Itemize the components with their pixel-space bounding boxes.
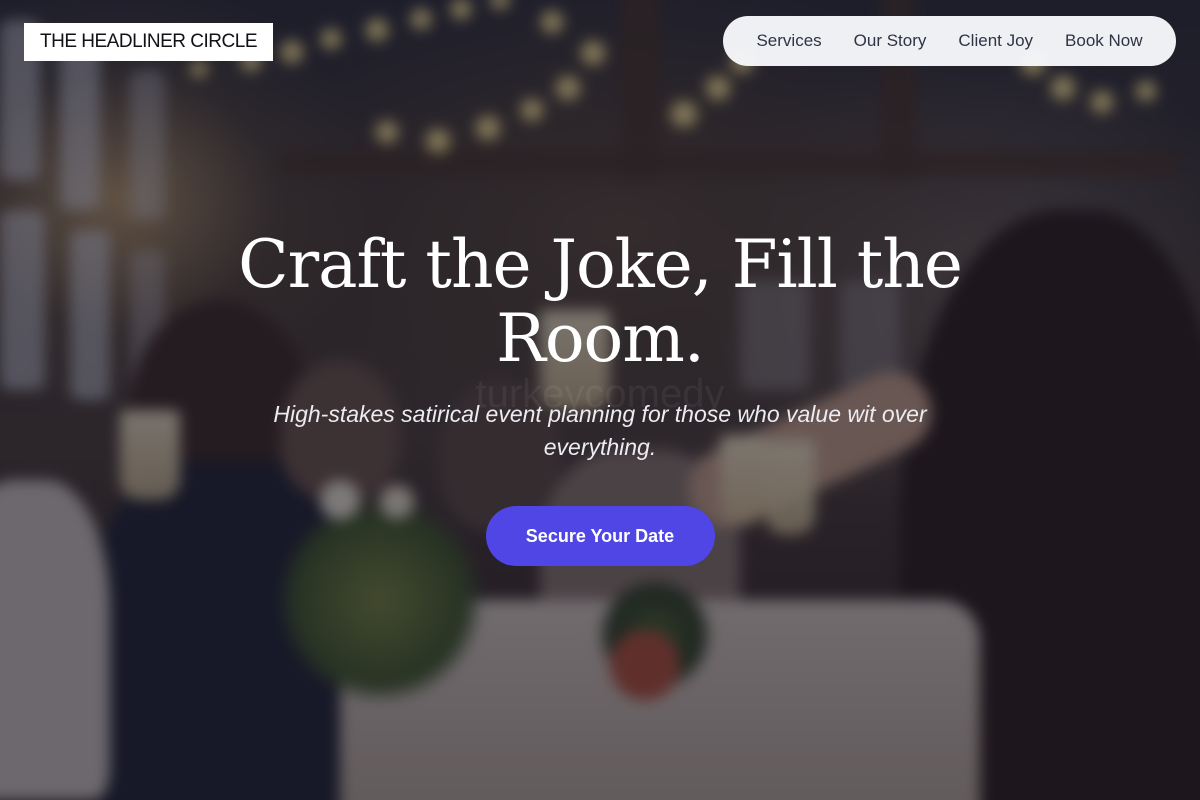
hero-title: Craft the Joke, Fill the Room.	[220, 228, 980, 376]
hero-section: turkeycomedy THE HEADLINER CIRCLE Servic…	[0, 0, 1200, 800]
nav-link-book-now[interactable]: Book Now	[1065, 31, 1142, 51]
hero-subtitle: High-stakes satirical event planning for…	[273, 401, 927, 460]
main-nav: Services Our Story Client Joy Book Now	[723, 16, 1176, 66]
nav-link-client-joy[interactable]: Client Joy	[958, 31, 1033, 51]
hero-title-line-1: Craft the Joke, Fill the	[238, 226, 963, 303]
nav-link-services[interactable]: Services	[756, 31, 821, 51]
nav-link-our-story[interactable]: Our Story	[854, 31, 927, 51]
brand-logo[interactable]: THE HEADLINER CIRCLE	[24, 23, 273, 61]
secure-date-button[interactable]: Secure Your Date	[485, 506, 715, 566]
hero-content: Craft the Joke, Fill the Room. High-stak…	[0, 228, 1200, 566]
hero-title-line-2: Room.	[496, 300, 705, 377]
